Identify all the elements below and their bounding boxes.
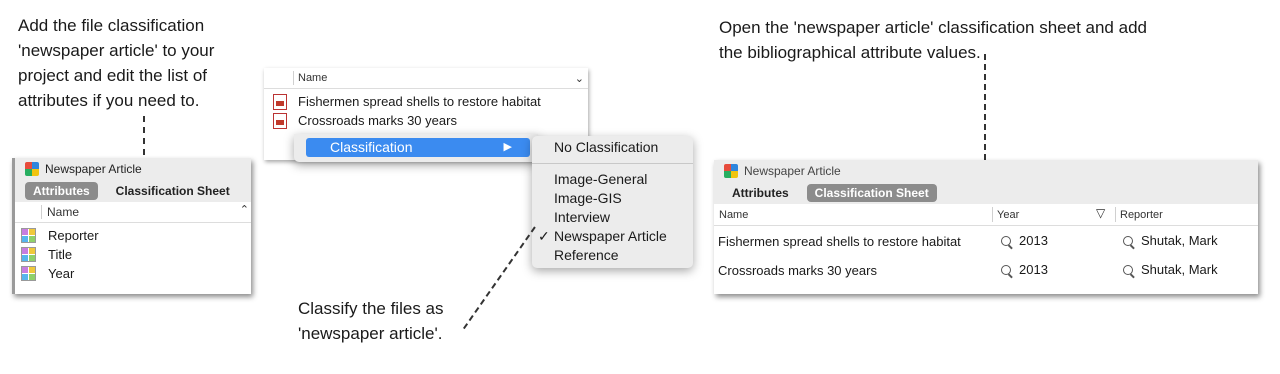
list-item[interactable]: Title xyxy=(15,245,251,264)
magnifier-icon xyxy=(1001,264,1011,275)
menu-separator xyxy=(532,163,693,164)
caption-line: 'newspaper article'. xyxy=(298,324,443,343)
column-header-reporter[interactable]: Reporter xyxy=(1120,209,1163,221)
cell-reporter-value: Shutak, Mark xyxy=(1141,233,1218,248)
classification-submenu: No Classification Image-General Image-GI… xyxy=(532,136,693,268)
caption-line: the bibliographical attribute values. xyxy=(719,43,981,62)
menu-item-image-general[interactable]: Image-General xyxy=(532,170,693,189)
attribute-list: Reporter Title Year xyxy=(15,223,251,283)
menu-item-interview[interactable]: Interview xyxy=(532,208,693,227)
file-name: Fishermen spread shells to restore habit… xyxy=(298,94,541,109)
tab-bar: Attributes Classification Sheet xyxy=(15,180,251,202)
cell-year-value: 2013 xyxy=(1019,233,1048,248)
menu-item-image-gis[interactable]: Image-GIS xyxy=(532,189,693,208)
caption-line: Classify the files as xyxy=(298,299,444,318)
menu-item-newspaper-article[interactable]: ✓ Newspaper Article xyxy=(532,227,693,246)
cell-reporter-value: Shutak, Mark xyxy=(1141,262,1218,277)
column-divider xyxy=(992,207,993,222)
cell-year-value: 2013 xyxy=(1019,262,1048,277)
caption-line: project and edit the list of xyxy=(18,66,208,85)
pointer-line xyxy=(463,226,536,330)
pdf-document-icon xyxy=(273,93,287,110)
classification-icon xyxy=(724,164,738,178)
cell-reporter[interactable]: Shutak, Mark xyxy=(1123,262,1218,277)
menu-item-classification[interactable]: Classification ▶ xyxy=(306,138,530,157)
table-row[interactable]: Crossroads marks 30 years 2013 Shutak, M… xyxy=(714,256,1258,286)
attribute-icon xyxy=(21,228,36,243)
menu-item-label: Classification xyxy=(330,139,413,155)
list-item[interactable]: Fishermen spread shells to restore habit… xyxy=(264,92,588,111)
submenu-arrow-icon: ▶ xyxy=(503,141,512,153)
list-item[interactable]: Year xyxy=(15,264,251,283)
attribute-icon xyxy=(21,247,36,262)
column-header: Name Year ▽ Reporter xyxy=(714,204,1258,226)
column-divider xyxy=(293,71,294,85)
attribute-icon xyxy=(21,266,36,281)
attribute-label: Year xyxy=(48,266,75,281)
tab-bar: Attributes Classification Sheet xyxy=(714,182,1258,204)
tab-classification-sheet[interactable]: Classification Sheet xyxy=(108,182,238,200)
column-header-name[interactable]: Name xyxy=(298,72,327,84)
list-item[interactable]: Crossroads marks 30 years xyxy=(264,111,588,130)
context-menu: Classification ▶ xyxy=(294,134,538,162)
magnifier-icon xyxy=(1123,235,1133,246)
column-header-name[interactable]: Name xyxy=(47,205,79,219)
tab-attributes[interactable]: Attributes xyxy=(25,182,98,200)
panel-titlebar: Newspaper Article xyxy=(714,160,1258,182)
column-header[interactable]: Name ⌃ xyxy=(15,202,251,223)
pdf-document-icon xyxy=(273,112,287,129)
tab-attributes[interactable]: Attributes xyxy=(724,184,797,202)
column-header-name[interactable]: Name xyxy=(719,209,748,221)
attribute-label: Reporter xyxy=(48,228,99,243)
classification-panel-right: Newspaper Article Attributes Classificat… xyxy=(714,160,1258,294)
menu-item-no-classification[interactable]: No Classification xyxy=(532,138,693,157)
caption-line: Add the file classification xyxy=(18,16,205,35)
magnifier-icon xyxy=(1123,264,1133,275)
panel-title: Newspaper Article xyxy=(45,162,142,176)
table-row[interactable]: Fishermen spread shells to restore habit… xyxy=(714,226,1258,256)
caption-line: 'newspaper article' to your xyxy=(18,41,215,60)
checkmark-icon: ✓ xyxy=(538,228,550,244)
cell-year[interactable]: 2013 xyxy=(1001,233,1048,248)
column-divider xyxy=(41,205,42,219)
sort-chevron-icon[interactable]: ⌃ xyxy=(240,203,249,216)
panel-titlebar: Newspaper Article xyxy=(15,158,251,180)
filter-icon[interactable]: ▽ xyxy=(1096,206,1105,220)
caption-line: attributes if you need to. xyxy=(18,91,200,110)
caption-line: Open the 'newspaper article' classificat… xyxy=(719,18,1147,37)
magnifier-icon xyxy=(1001,235,1011,246)
caption-left: Add the file classification 'newspaper a… xyxy=(18,13,214,113)
caption-middle: Classify the files as 'newspaper article… xyxy=(298,296,444,346)
column-header-year[interactable]: Year xyxy=(997,209,1019,221)
cell-year[interactable]: 2013 xyxy=(1001,262,1048,277)
cell-reporter[interactable]: Shutak, Mark xyxy=(1123,233,1218,248)
classification-panel-left: Newspaper Article Attributes Classificat… xyxy=(12,158,251,294)
file-name: Crossroads marks 30 years xyxy=(298,113,457,128)
caption-right: Open the 'newspaper article' classificat… xyxy=(719,15,1147,65)
attribute-label: Title xyxy=(48,247,73,262)
menu-item-reference[interactable]: Reference xyxy=(532,246,693,265)
classification-icon xyxy=(25,162,39,176)
chevron-down-icon[interactable]: ⌄ xyxy=(575,72,584,85)
panel-title: Newspaper Article xyxy=(744,164,841,178)
cell-name: Fishermen spread shells to restore habit… xyxy=(718,234,961,249)
column-divider xyxy=(1115,207,1116,222)
list-item[interactable]: Reporter xyxy=(15,226,251,245)
menu-item-label: Newspaper Article xyxy=(554,228,667,244)
cell-name: Crossroads marks 30 years xyxy=(718,263,877,278)
column-header[interactable]: Name ⌄ xyxy=(264,68,588,89)
tab-classification-sheet[interactable]: Classification Sheet xyxy=(806,184,937,202)
